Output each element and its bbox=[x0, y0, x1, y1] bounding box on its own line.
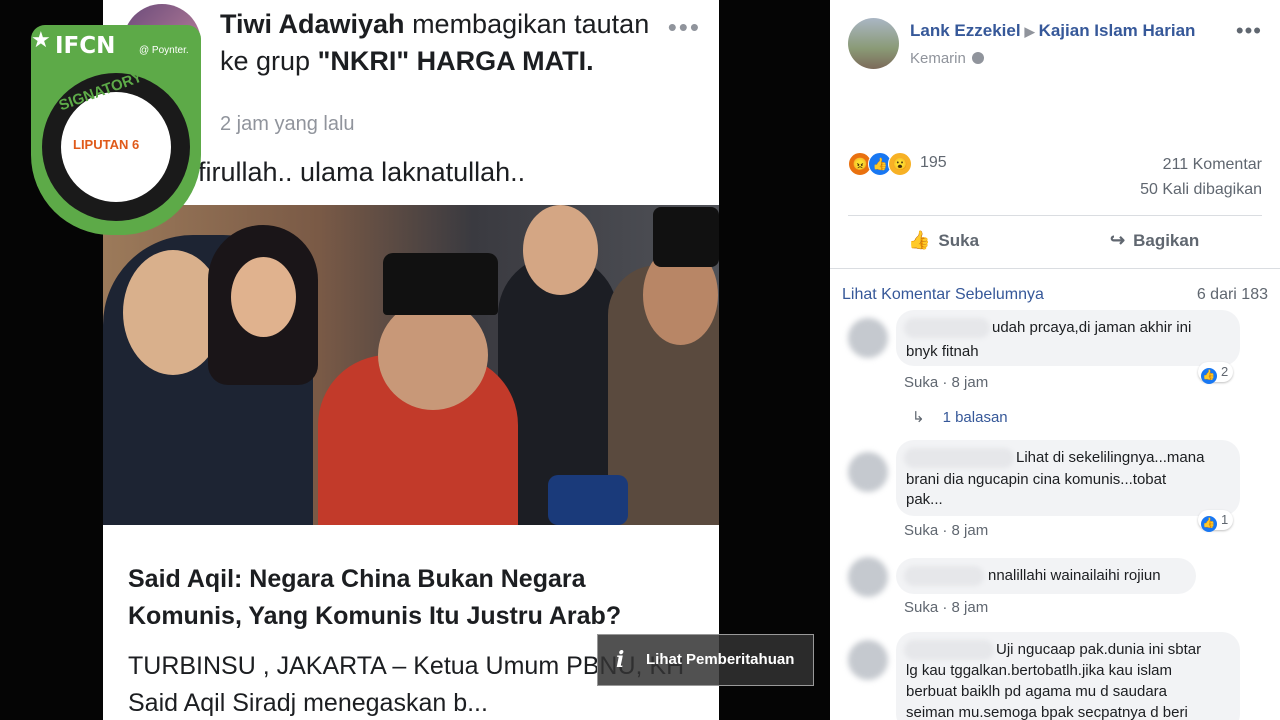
badge-poynter-text: @ Poynter. bbox=[139, 45, 189, 56]
redacted-commenter-name bbox=[904, 448, 1014, 468]
comment-time[interactable]: 8 jam bbox=[952, 599, 989, 616]
like-reaction-icon: 👍 bbox=[1201, 368, 1217, 384]
comment-text: berbuat baiklh pd agama mu d saudara bbox=[906, 683, 1168, 700]
comment-count[interactable]: 211 Komentar bbox=[1163, 156, 1262, 174]
comment-like-link[interactable]: Suka bbox=[904, 374, 938, 391]
article-photo[interactable] bbox=[103, 205, 719, 525]
post-text: firullah.. ulama laknatullah.. bbox=[198, 157, 526, 187]
poster-time[interactable]: Kemarin bbox=[910, 50, 966, 67]
comment-bubble: nnalillahi wainailaihi rojiun bbox=[896, 558, 1196, 594]
comment-reactions[interactable]: 👍 2 bbox=[1198, 362, 1234, 384]
post-time[interactable]: 2 jam yang lalu bbox=[220, 113, 355, 136]
photo-face bbox=[378, 300, 488, 410]
comment-text: udah prcaya,di jaman akhir ini bbox=[992, 319, 1192, 336]
link-preview[interactable]: Said Aqil: Negara China Bukan Negara Kom… bbox=[103, 525, 719, 720]
photo-cap bbox=[383, 253, 498, 315]
comment-text: bnyk fitnah bbox=[906, 343, 979, 360]
comment-like-count: 2 bbox=[1221, 364, 1229, 379]
photo-face bbox=[523, 205, 598, 295]
wow-reaction-icon: 😮 bbox=[888, 152, 912, 176]
comment-text: Lihat di sekelilingnya...mana bbox=[1016, 449, 1205, 466]
commenter-avatar[interactable] bbox=[848, 318, 888, 358]
comment-text: brani dia ngucapin cina komunis...tobat bbox=[906, 471, 1167, 488]
photo-cap bbox=[653, 207, 719, 267]
liputan6-logo: LIPUTAN 6 bbox=[73, 137, 140, 152]
article-title[interactable]: Said Aqil: Negara China Bukan Negara Kom… bbox=[128, 561, 688, 635]
photo-microphone bbox=[548, 475, 628, 525]
like-label: Suka bbox=[938, 231, 980, 250]
badge-ifcn-text: IFCN bbox=[55, 33, 116, 59]
thumbs-up-icon: 👍 bbox=[908, 230, 931, 250]
divider bbox=[830, 268, 1280, 269]
comment-text: lg kau tggalkan.bertobatlh.jika kau isla… bbox=[906, 662, 1172, 679]
poster-avatar[interactable] bbox=[848, 18, 899, 69]
comment-text: Uji ngucaap pak.dunia ini sbtar bbox=[996, 641, 1202, 658]
poster-time-line: Kemarin bbox=[910, 50, 984, 67]
arrow-right-icon: ▶ bbox=[1024, 24, 1035, 39]
more-dots-icon[interactable]: ••• bbox=[668, 12, 701, 43]
comment-like-count: 1 bbox=[1221, 512, 1229, 527]
redacted-commenter-name bbox=[904, 566, 984, 586]
comment-text: pak... bbox=[906, 491, 943, 508]
group-name[interactable]: "NKRI" HARGA MATI. bbox=[318, 46, 594, 76]
reply-arrow-icon: ↳ bbox=[912, 409, 925, 426]
comment-time[interactable]: 8 jam bbox=[952, 374, 989, 391]
commenter-avatar[interactable] bbox=[848, 640, 888, 680]
comment-like-link[interactable]: Suka bbox=[904, 522, 938, 539]
comment-page-count: 6 dari 183 bbox=[1196, 286, 1268, 303]
comment-bubble: Uji ngucaap pak.dunia ini sbtar lg kau t… bbox=[896, 632, 1240, 720]
view-replies[interactable]: ↳ 1 balasan bbox=[912, 408, 1008, 426]
notification-label: Lihat Pemberitahuan bbox=[646, 651, 795, 668]
ifcn-signatory-badge: ★ IFCN @ Poynter. SIGNATORY LIPUTAN 6 bbox=[31, 25, 201, 235]
target-group[interactable]: Kajian Islam Harian bbox=[1039, 21, 1196, 40]
comment-meta: Suka · 8 jam bbox=[904, 522, 989, 539]
globe-icon bbox=[971, 52, 984, 64]
star-icon: ★ bbox=[31, 27, 51, 52]
reply-count: 1 balasan bbox=[942, 409, 1008, 426]
reaction-count[interactable]: 195 bbox=[920, 154, 947, 172]
info-icon: i bbox=[616, 647, 625, 673]
divider bbox=[848, 215, 1262, 216]
post-side-panel: Lank Ezzekiel ▶ Kajian Islam Harian Kemari… bbox=[830, 0, 1280, 720]
comment-bubble: udah prcaya,di jaman akhir ini bnyk fitn… bbox=[896, 310, 1240, 366]
comment-text: seiman mu.semoga bpak secpatnya d beri bbox=[906, 704, 1188, 720]
commenter-avatar[interactable] bbox=[848, 452, 888, 492]
author-name[interactable]: Tiwi Adawiyah bbox=[220, 9, 405, 39]
comment-text: nnalillahi wainailaihi rojiun bbox=[988, 567, 1161, 584]
comment-like-link[interactable]: Suka bbox=[904, 599, 938, 616]
author-line: Tiwi Adawiyah membagikan tautan ke grup … bbox=[220, 6, 650, 80]
photo-face bbox=[231, 257, 296, 337]
commenter-avatar[interactable] bbox=[848, 557, 888, 597]
notification-button[interactable]: i Lihat Pemberitahuan bbox=[597, 634, 814, 686]
redacted-commenter-name bbox=[904, 318, 990, 338]
poster-name[interactable]: Lank Ezzekiel bbox=[910, 21, 1021, 40]
share-button[interactable]: ↪ Bagikan bbox=[1110, 230, 1199, 251]
like-reaction-icon: 👍 bbox=[1201, 516, 1217, 532]
comment-meta: Suka · 8 jam bbox=[904, 374, 989, 391]
share-arrow-icon: ↪ bbox=[1110, 230, 1126, 250]
like-button[interactable]: 👍 Suka bbox=[908, 230, 979, 251]
comment-reactions[interactable]: 👍 1 bbox=[1198, 510, 1234, 532]
view-previous-comments[interactable]: Lihat Komentar Sebelumnya bbox=[842, 286, 1044, 304]
comment-meta: Suka · 8 jam bbox=[904, 599, 989, 616]
share-label: Bagikan bbox=[1133, 231, 1200, 250]
share-count[interactable]: 50 Kali dibagikan bbox=[1140, 181, 1262, 199]
more-dots-icon[interactable]: ••• bbox=[1236, 18, 1262, 44]
comment-bubble: Lihat di sekelilingnya...mana brani dia … bbox=[896, 440, 1240, 516]
redacted-commenter-name bbox=[904, 640, 994, 660]
poster-line: Lank Ezzekiel ▶ Kajian Islam Harian bbox=[910, 21, 1195, 41]
comment-time[interactable]: 8 jam bbox=[952, 522, 989, 539]
